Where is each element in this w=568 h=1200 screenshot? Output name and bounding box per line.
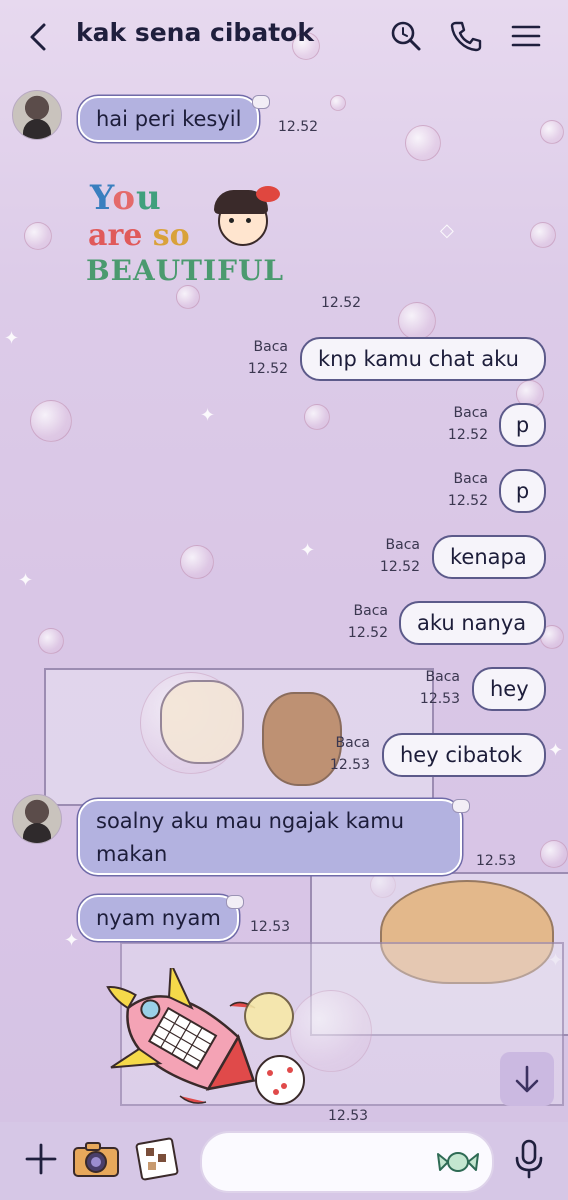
message-time: 12.53: [476, 853, 517, 869]
message-input[interactable]: [200, 1131, 494, 1193]
avatar[interactable]: [12, 90, 62, 140]
message-time: 12.53: [329, 757, 370, 773]
read-status: Baca: [385, 537, 420, 553]
chat-header: kak sena cibatok: [0, 0, 568, 76]
message-meta: Baca 12.52: [326, 600, 388, 644]
message-bubble[interactable]: kenapa: [432, 535, 546, 579]
message-time: 12.53: [250, 919, 291, 935]
message-meta: Baca 12.52: [226, 336, 288, 380]
sticker-badge-icon: [452, 799, 470, 813]
read-status: Baca: [253, 339, 288, 355]
read-status: Baca: [353, 603, 388, 619]
message-meta: Baca 12.52: [426, 402, 488, 446]
chevron-left-icon[interactable]: [22, 20, 56, 54]
message-time: 12.52: [347, 625, 388, 641]
message-meta: Baca 12.52: [426, 468, 488, 512]
scroll-to-bottom-button[interactable]: [500, 1052, 554, 1106]
sticker-badge-icon: [252, 95, 270, 109]
plus-icon[interactable]: [22, 1140, 60, 1178]
message-bubble[interactable]: p: [499, 469, 546, 513]
menu-icon[interactable]: [508, 18, 544, 54]
gallery-icon[interactable]: [134, 1136, 180, 1182]
read-status: Baca: [425, 669, 460, 685]
rocket-sticker[interactable]: [80, 963, 310, 1118]
message-meta: Baca 12.52: [358, 534, 420, 578]
message-bubble[interactable]: aku nanya: [399, 601, 546, 645]
arrow-down-icon: [515, 1065, 539, 1093]
read-status: Baca: [453, 405, 488, 421]
message-bubble[interactable]: hai peri kesyil: [78, 96, 260, 142]
message-time: 12.52: [247, 361, 288, 377]
message-bubble[interactable]: knp kamu chat aku: [300, 337, 546, 381]
message-bubble[interactable]: nyam nyam: [78, 895, 239, 941]
message-meta: Baca 12.53: [308, 732, 370, 776]
phone-icon[interactable]: [448, 18, 484, 54]
message-time: 12.53: [419, 691, 460, 707]
message-time: 12.52: [278, 119, 319, 135]
message-bubble[interactable]: soalny aku mau ngajak kamu makan: [78, 799, 462, 875]
read-status: Baca: [453, 471, 488, 487]
message-bubble[interactable]: p: [499, 403, 546, 447]
camera-icon[interactable]: [72, 1140, 120, 1178]
message-bubble[interactable]: hey cibatok: [382, 733, 546, 777]
message-time: 12.52: [321, 295, 362, 311]
candy-emoji-icon[interactable]: [436, 1145, 480, 1179]
message-bubble[interactable]: hey: [472, 667, 546, 711]
sticker[interactable]: You are so BEAUTIFUL: [86, 176, 294, 302]
message-time: 12.52: [447, 427, 488, 443]
chick-sticker: [244, 992, 294, 1040]
sticker-badge-icon: [226, 895, 244, 909]
avatar[interactable]: [12, 794, 62, 844]
microphone-icon[interactable]: [512, 1138, 546, 1180]
message-time: 12.52: [379, 559, 420, 575]
message-meta: Baca 12.53: [398, 666, 460, 710]
read-status: Baca: [335, 735, 370, 751]
search-icon[interactable]: [388, 18, 424, 54]
chat-title[interactable]: kak sena cibatok: [76, 18, 314, 47]
message-time: 12.52: [447, 493, 488, 509]
